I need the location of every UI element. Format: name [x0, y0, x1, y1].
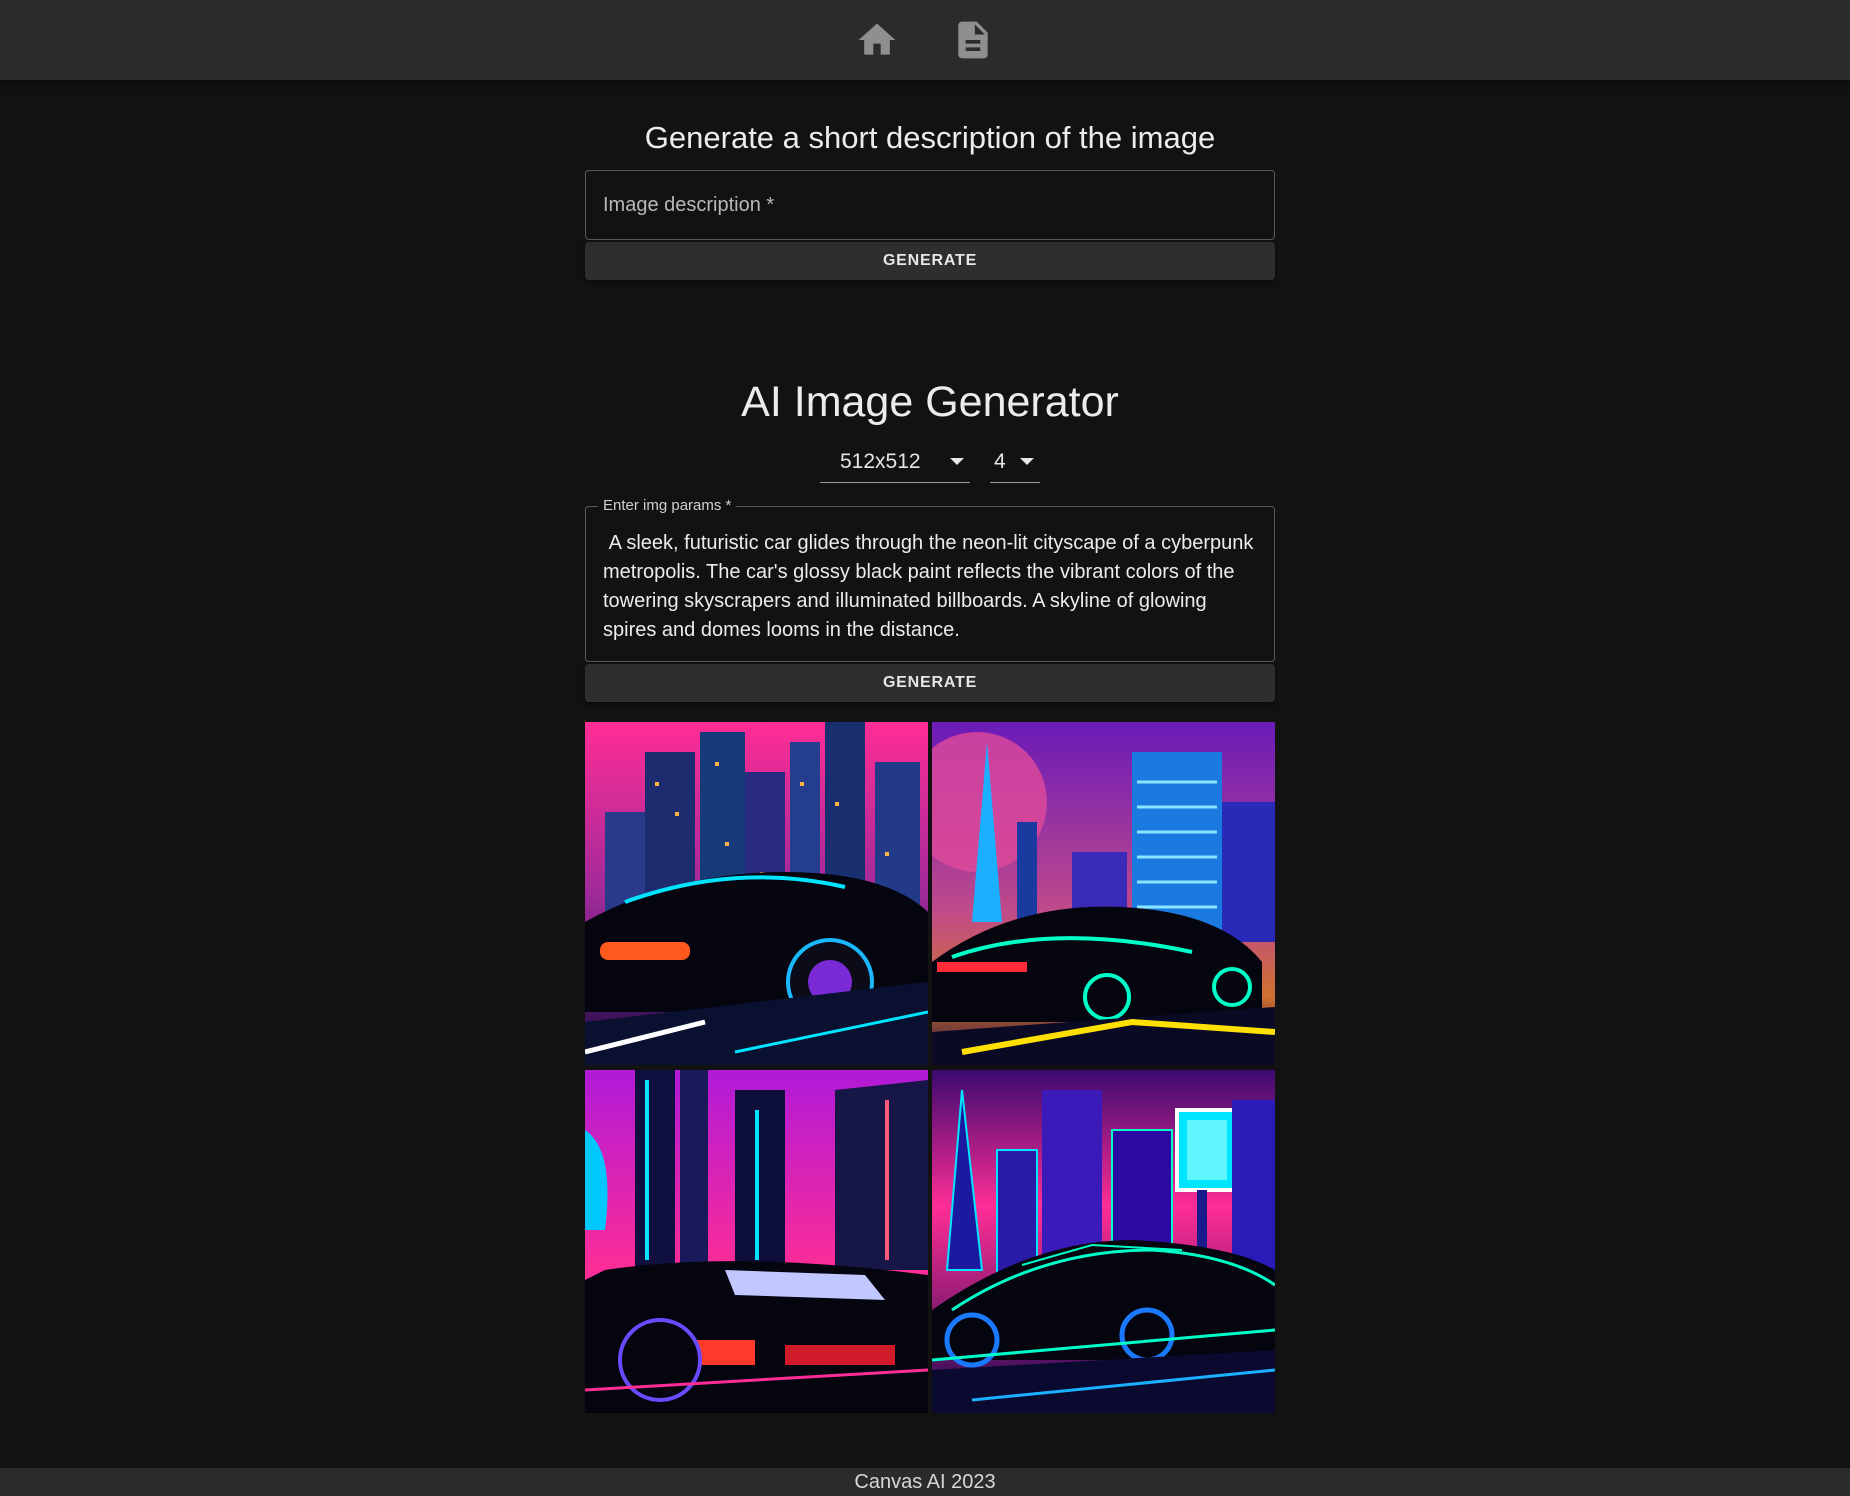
- top-nav-bar: [0, 0, 1850, 80]
- generator-options: 512x512 4: [585, 441, 1275, 483]
- description-title: Generate a short description of the imag…: [644, 120, 1216, 155]
- home-button[interactable]: [849, 12, 905, 68]
- chevron-down-icon: [1020, 458, 1034, 465]
- generated-image-4[interactable]: [932, 1070, 1275, 1413]
- generated-image-3[interactable]: [585, 1070, 928, 1413]
- image-count-select[interactable]: 4: [990, 441, 1040, 483]
- document-icon: [958, 21, 988, 59]
- generated-image-2-picture: [932, 722, 1275, 1065]
- generated-image-2[interactable]: [932, 722, 1275, 1065]
- image-description-input[interactable]: Image description *: [585, 170, 1275, 240]
- image-params-field[interactable]: Enter img params * A sleek, futuristic c…: [585, 497, 1275, 662]
- generator-title: AI Image Generator: [741, 378, 1119, 426]
- image-params-label: Enter img params *: [598, 497, 737, 514]
- image-count-value: 4: [994, 449, 1006, 473]
- chevron-down-icon: [950, 458, 964, 465]
- generated-image-3-picture: [585, 1070, 928, 1413]
- generate-image-button[interactable]: Generate: [585, 664, 1275, 702]
- generated-image-1-picture: [585, 722, 928, 1065]
- generated-image-1[interactable]: [585, 722, 928, 1065]
- image-params-textarea[interactable]: A sleek, futuristic car glides through t…: [586, 507, 1274, 645]
- generate-description-button[interactable]: Generate: [585, 242, 1275, 280]
- home-icon: [858, 23, 896, 55]
- footer: Canvas AI 2023: [0, 1468, 1850, 1496]
- generated-images-grid: [585, 722, 1275, 1413]
- image-description-placeholder: Image description *: [603, 193, 775, 216]
- document-button[interactable]: [945, 12, 1001, 68]
- generated-image-4-picture: [932, 1070, 1275, 1413]
- image-size-select[interactable]: 512x512: [820, 441, 970, 483]
- image-size-value: 512x512: [840, 449, 921, 473]
- footer-text: Canvas AI 2023: [854, 1471, 996, 1493]
- main-content: Generate a short description of the imag…: [585, 80, 1275, 1413]
